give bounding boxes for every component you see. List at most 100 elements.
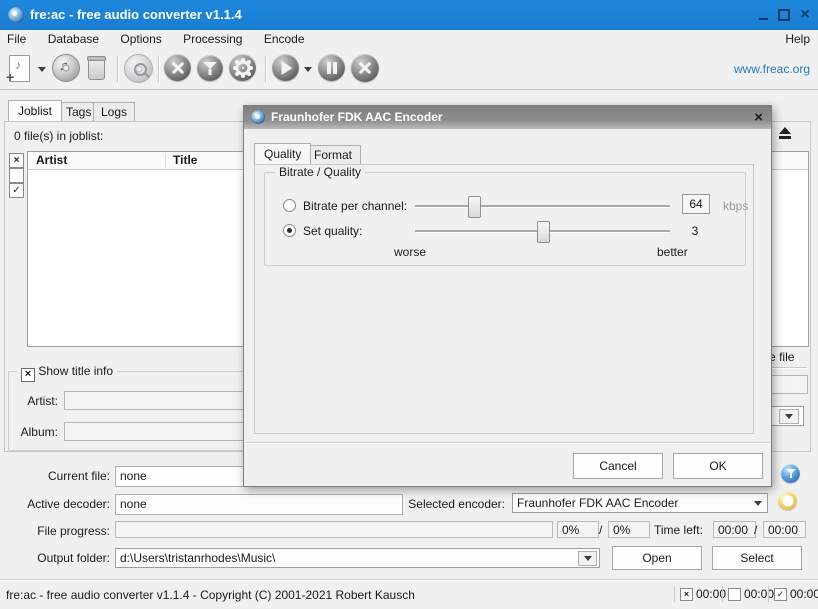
quality-value: 3 [682, 224, 708, 238]
signal-processing-button[interactable] [197, 55, 223, 81]
menu-options[interactable]: Options [111, 30, 170, 48]
active-decoder-value: none [115, 494, 403, 515]
chevron-down-icon[interactable] [754, 501, 762, 506]
check-box-icon: ✓ [774, 588, 787, 601]
add-files-button[interactable]: ♪ + [9, 55, 30, 82]
start-encoding-button[interactable] [272, 54, 299, 81]
encoder-dialog: Fraunhofer FDK AAC Encoder × Quality For… [243, 105, 772, 487]
dialog-separator [245, 442, 770, 443]
window-titlebar: fre:ac - free audio converter v1.1.4 × [0, 0, 818, 30]
output-folder-label: Output folder: [18, 551, 110, 565]
menu-help[interactable]: Help [785, 32, 810, 46]
quality-slider[interactable] [415, 230, 670, 233]
slash-separator: / [599, 523, 602, 537]
bitrate-value-input[interactable]: 64 [682, 194, 710, 214]
scale-worse-label: worse [394, 245, 426, 259]
ok-button[interactable]: OK [673, 453, 763, 479]
select-all-icon: × [14, 156, 20, 166]
maximize-button[interactable] [773, 0, 795, 30]
remove-all-button[interactable] [88, 59, 105, 80]
encoder-config-button[interactable] [229, 54, 256, 81]
quality-slider-thumb[interactable] [537, 221, 550, 243]
checked-box-icon: × [680, 588, 693, 601]
bitrate-slider-thumb[interactable] [468, 196, 481, 218]
tab-joblist[interactable]: Joblist [8, 100, 62, 121]
stop-encoding-button[interactable] [351, 54, 379, 82]
current-file-label: Current file: [20, 469, 110, 483]
music-notes-icon: ♫ [59, 58, 69, 73]
time-left-file: 00:00 [713, 521, 756, 538]
scale-better-label: better [657, 245, 688, 259]
tab-logs[interactable]: Logs [93, 102, 135, 121]
window-title: fre:ac - free audio converter v1.1.4 [30, 7, 242, 22]
cancel-button[interactable]: Cancel [573, 453, 663, 479]
time-left-total: 00:00 [763, 521, 806, 538]
selected-encoder-combo[interactable]: Fraunhofer FDK AAC Encoder [512, 493, 768, 513]
add-files-dropdown-icon[interactable] [38, 67, 46, 72]
dialog-logo-icon [251, 110, 265, 124]
combo-dropdown-button[interactable] [779, 409, 799, 424]
open-button[interactable]: Open [612, 546, 702, 570]
app-window: fre:ac - free audio converter v1.1.4 × F… [0, 0, 818, 609]
status-bar: fre:ac - free audio converter v1.1.4 - C… [0, 579, 818, 609]
website-link[interactable]: www.freac.org [734, 62, 810, 76]
joblist-count-label: 0 file(s) in joblist: [14, 129, 103, 143]
cd-audio-button[interactable]: ♫ [52, 54, 80, 82]
file-progress-label: File progress: [30, 524, 110, 538]
show-title-info-label: Show title info [38, 364, 113, 378]
encoder-settings-icon-button[interactable] [778, 491, 797, 510]
toolbar-separator [265, 56, 266, 82]
output-folder-dropdown-button[interactable] [578, 551, 597, 566]
plus-icon: + [6, 69, 14, 85]
title-info-legend: × Show title info [17, 364, 117, 382]
dialog-close-button[interactable]: × [754, 110, 763, 125]
statusbar-time-selected: × 00:00 [674, 586, 726, 602]
statusbar-time-unselected: 00:00 [722, 586, 774, 602]
select-button[interactable]: Select [712, 546, 802, 570]
minimize-button[interactable] [752, 0, 774, 30]
selected-encoder-label: Selected encoder: [403, 497, 505, 511]
column-header-title[interactable]: Title [165, 153, 197, 167]
bitrate-radio[interactable] [283, 199, 296, 212]
select-none-button[interactable] [9, 168, 24, 183]
dialog-title: Fraunhofer FDK AAC Encoder [271, 110, 443, 124]
dialog-tab-quality[interactable]: Quality [254, 143, 311, 164]
statusbar-time-value: 00:00 [790, 587, 818, 601]
joblist-filter-icon-button[interactable] [781, 464, 800, 483]
eject-cd-button[interactable] [778, 127, 792, 139]
menu-processing[interactable]: Processing [174, 30, 251, 48]
pause-encoding-button[interactable] [318, 54, 345, 81]
menu-database[interactable]: Database [39, 30, 108, 48]
album-label: Album: [10, 425, 58, 439]
file-progress-bar [115, 521, 553, 538]
chevron-down-icon [785, 414, 793, 419]
minimize-icon [759, 18, 768, 20]
output-folder-value: d:\Users\tristanrhodes\Music\ [120, 551, 275, 565]
time-left-label: Time left: [654, 523, 703, 537]
output-folder-combo[interactable]: d:\Users\tristanrhodes\Music\ [115, 548, 600, 568]
dialog-titlebar[interactable]: Fraunhofer FDK AAC Encoder × [244, 106, 771, 129]
dialog-tab-format[interactable]: Format [305, 145, 361, 164]
toggle-selection-button[interactable]: ✓ [9, 183, 24, 198]
close-button[interactable]: × [794, 0, 816, 30]
column-header-artist[interactable]: Artist [28, 153, 67, 167]
close-icon: × [800, 7, 809, 23]
selected-encoder-value: Fraunhofer FDK AAC Encoder [517, 496, 678, 510]
general-settings-button[interactable] [164, 54, 191, 81]
menu-file[interactable]: File [0, 30, 35, 48]
close-icon: × [754, 109, 763, 126]
toolbar: ♪ + ♫ www.freac.org [0, 49, 818, 90]
artist-label: Artist: [10, 394, 58, 408]
show-title-info-checkbox[interactable]: × [21, 368, 35, 382]
toggle-selection-icon: ✓ [12, 186, 20, 196]
query-cddb-button[interactable] [124, 54, 153, 83]
start-encoding-dropdown-icon[interactable] [304, 67, 312, 72]
quality-radio[interactable] [283, 224, 296, 237]
select-all-button[interactable]: × [9, 153, 24, 168]
statusbar-text: fre:ac - free audio converter v1.1.4 - C… [6, 588, 415, 602]
bitrate-slider[interactable] [415, 205, 670, 208]
menu-encode[interactable]: Encode [255, 30, 314, 48]
music-note-icon: ♪ [15, 58, 21, 72]
bitrate-label: Bitrate per channel: [303, 199, 407, 213]
menu-bar: File Database Options Processing Encode … [0, 30, 818, 49]
